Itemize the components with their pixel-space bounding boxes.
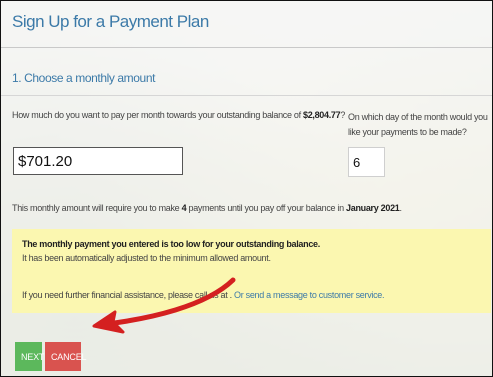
alert-subtitle: It has been automatically adjusted to th… [22,253,271,263]
cancel-button[interactable]: CANCEL [45,342,87,371]
step-heading: 1. Choose a monthly amount [12,71,156,85]
payment-plan-panel: Sign Up for a Payment Plan 1. Choose a m… [1,1,492,376]
alert-help-text: If you need further financial assistance… [22,290,385,300]
summary-suffix: . [399,203,403,213]
amount-question-suffix: ? [340,110,346,120]
amount-question-label: How much do you want to pay per month to… [12,110,345,120]
monthly-amount-input[interactable] [13,147,183,175]
alert-help-prefix: If you need further financial assistance… [22,290,235,300]
customer-service-link[interactable]: Or send a message to customer service. [234,290,384,300]
summary-prefix: This monthly amount will require you to … [12,203,182,213]
step-divider [1,95,492,96]
payoff-date: January 2021 [346,203,400,213]
day-question-label: On which day of the month would you like… [348,112,488,137]
alert-title: The monthly payment you entered is too l… [22,239,320,249]
amount-question-prefix: How much do you want to pay per month to… [12,110,303,120]
window-frame: Sign Up for a Payment Plan 1. Choose a m… [0,0,493,377]
payment-day-input[interactable] [348,147,385,177]
warning-alert: The monthly payment you entered is too l… [12,229,491,313]
next-button[interactable]: NEXT [15,342,44,371]
outstanding-balance: $2,804.77 [302,110,341,120]
payment-summary: This monthly amount will require you to … [12,203,402,213]
summary-middle: payments until you pay off your balance … [186,203,347,213]
page-title: Sign Up for a Payment Plan [12,12,209,31]
title-divider [1,47,492,48]
